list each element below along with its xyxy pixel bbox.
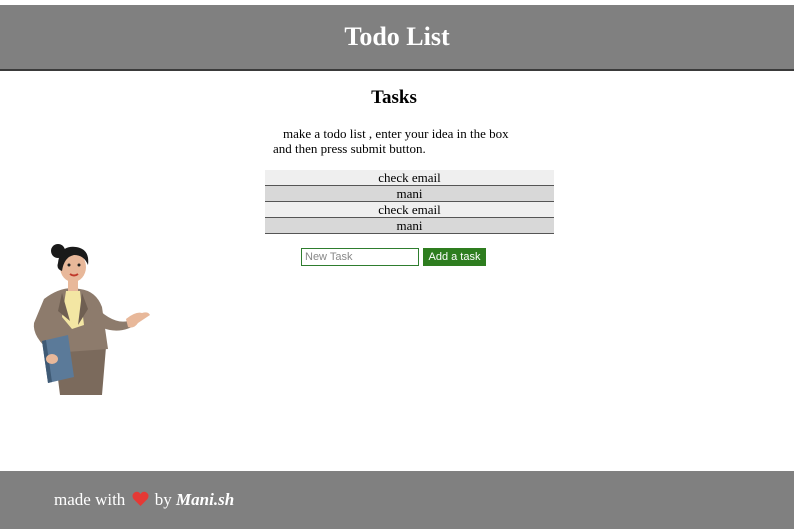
- instructions-line-1: make a todo list , enter your idea in th…: [283, 126, 509, 141]
- app-header: Todo List: [0, 5, 794, 71]
- task-item[interactable]: mani: [265, 218, 554, 234]
- footer-credit: made with by Mani.sh: [54, 490, 234, 512]
- task-item[interactable]: mani: [265, 186, 554, 202]
- footer: made with by Mani.sh: [0, 471, 794, 529]
- new-task-input[interactable]: [301, 248, 419, 266]
- add-task-form: Add a task: [301, 248, 486, 266]
- tasks-heading: Tasks: [371, 87, 417, 108]
- instructions: make a todo list , enter your idea in th…: [273, 126, 543, 156]
- task-list: check email mani check email mani: [265, 170, 554, 234]
- task-item[interactable]: check email: [265, 202, 554, 218]
- businesswoman-illustration: [33, 244, 150, 395]
- heart-icon: [132, 491, 149, 512]
- task-item[interactable]: check email: [265, 170, 554, 186]
- page: Todo List Tasks make a todo list , enter…: [0, 0, 794, 529]
- instructions-line-2: and then press submit button.: [273, 141, 426, 156]
- footer-by: by: [154, 490, 172, 509]
- app-title: Todo List: [344, 22, 450, 51]
- footer-made-with: made with: [54, 490, 126, 509]
- main-content: Tasks make a todo list , enter your idea…: [0, 71, 794, 471]
- add-task-button[interactable]: Add a task: [423, 248, 486, 266]
- footer-author[interactable]: Mani.sh: [176, 490, 234, 509]
